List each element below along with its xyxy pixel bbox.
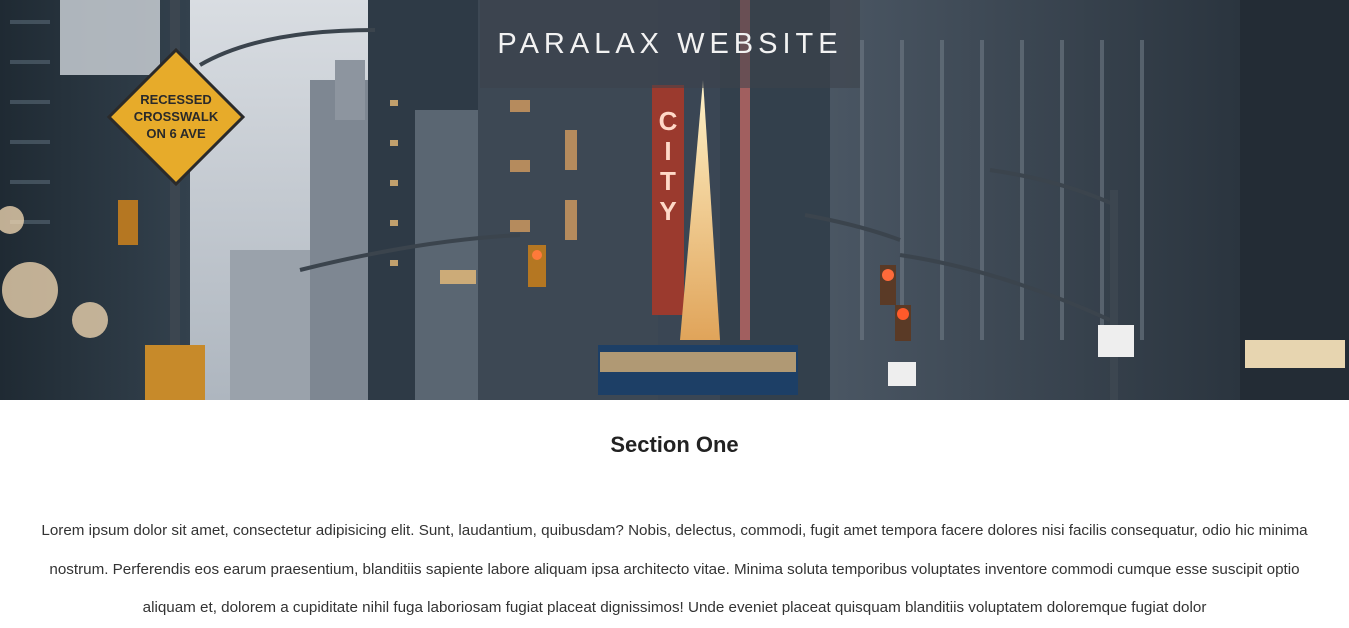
site-title: PARALAX WEBSITE xyxy=(497,27,843,60)
svg-text:ON 6 AVE: ON 6 AVE xyxy=(146,126,206,141)
city-marquee-sign: CITY xyxy=(659,106,678,226)
svg-text:CITY: CITY xyxy=(659,106,678,226)
svg-text:RECESSED: RECESSED xyxy=(140,92,212,107)
section-title: Section One xyxy=(610,432,739,457)
svg-text:CROSSWALK: CROSSWALK xyxy=(134,109,219,124)
hero-title-box: PARALAX WEBSITE xyxy=(480,0,860,88)
section-one: Section One Lorem ipsum dolor sit amet, … xyxy=(0,400,1349,628)
hero-section: RECESSED CROSSWALK ON 6 AVE CITY PARALAX… xyxy=(0,0,1349,400)
section-body-text: Lorem ipsum dolor sit amet, consectetur … xyxy=(41,522,1308,616)
